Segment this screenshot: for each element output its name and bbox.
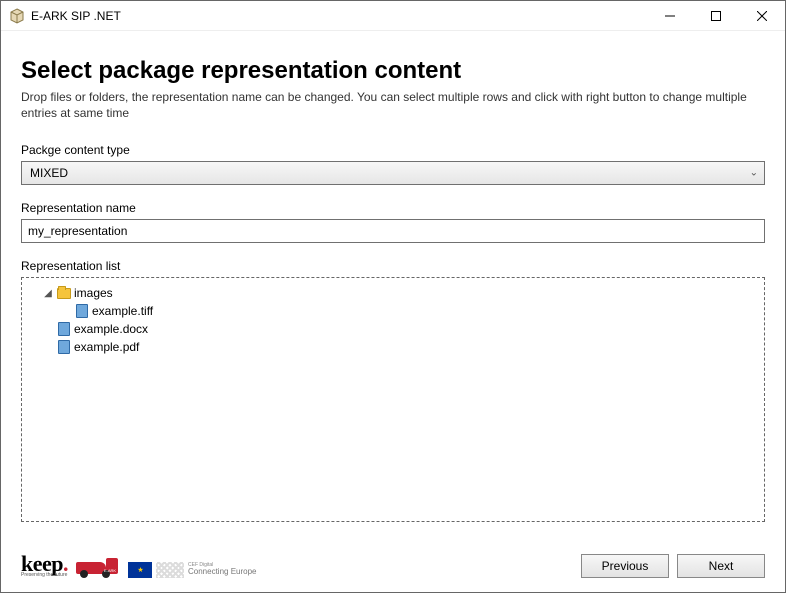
close-button[interactable]: [739, 1, 785, 31]
previous-button[interactable]: Previous: [581, 554, 669, 578]
content-type-label: Packge content type: [21, 143, 765, 157]
maximize-button[interactable]: [693, 1, 739, 31]
tree-collapse-icon[interactable]: ◢: [42, 287, 54, 299]
chevron-down-icon: ⌄: [750, 168, 758, 179]
representation-list[interactable]: ◢ images example.tiff example.docx examp…: [21, 277, 765, 522]
file-icon: [56, 339, 72, 355]
window-title: E-ARK SIP .NET: [31, 9, 121, 23]
footer-logos: keep. Preserving the future E-ARK ★ CEF …: [21, 554, 573, 578]
file-icon: [56, 321, 72, 337]
folder-icon: [56, 285, 72, 301]
representation-name-label: Representation name: [21, 201, 765, 215]
wizard-footer: keep. Preserving the future E-ARK ★ CEF …: [1, 546, 785, 592]
eu-logo: ★ CEF Digital Connecting Europe: [128, 562, 257, 578]
eu-pattern-icon: [156, 562, 184, 578]
app-icon: [9, 8, 25, 24]
tree-folder-label: images: [74, 286, 113, 300]
tree-file-row[interactable]: example.tiff: [26, 302, 760, 320]
tree-file-row[interactable]: example.pdf: [26, 338, 760, 356]
page-heading: Select package representation content: [21, 57, 765, 85]
tree-folder-row[interactable]: ◢ images: [26, 284, 760, 302]
content-type-select[interactable]: MIXED ⌄: [21, 161, 765, 185]
tree-file-label: example.tiff: [92, 304, 153, 318]
file-icon: [74, 303, 90, 319]
titlebar: E-ARK SIP .NET: [1, 1, 785, 31]
minimize-button[interactable]: [647, 1, 693, 31]
representation-name-input[interactable]: [21, 219, 765, 243]
eark-truck-logo: E-ARK: [76, 556, 120, 578]
next-button[interactable]: Next: [677, 554, 765, 578]
page-subtitle: Drop files or folders, the representatio…: [21, 89, 765, 121]
tree-file-row[interactable]: example.docx: [26, 320, 760, 338]
tree-file-label: example.docx: [74, 322, 148, 336]
keep-logo: keep. Preserving the future: [21, 554, 68, 578]
tree-file-label: example.pdf: [74, 340, 139, 354]
content-type-value: MIXED: [30, 166, 68, 180]
representation-list-label: Representation list: [21, 259, 765, 273]
eu-flag-icon: ★: [128, 562, 152, 578]
app-window: E-ARK SIP .NET Select package representa…: [0, 0, 786, 593]
wizard-page: Select package representation content Dr…: [1, 31, 785, 546]
